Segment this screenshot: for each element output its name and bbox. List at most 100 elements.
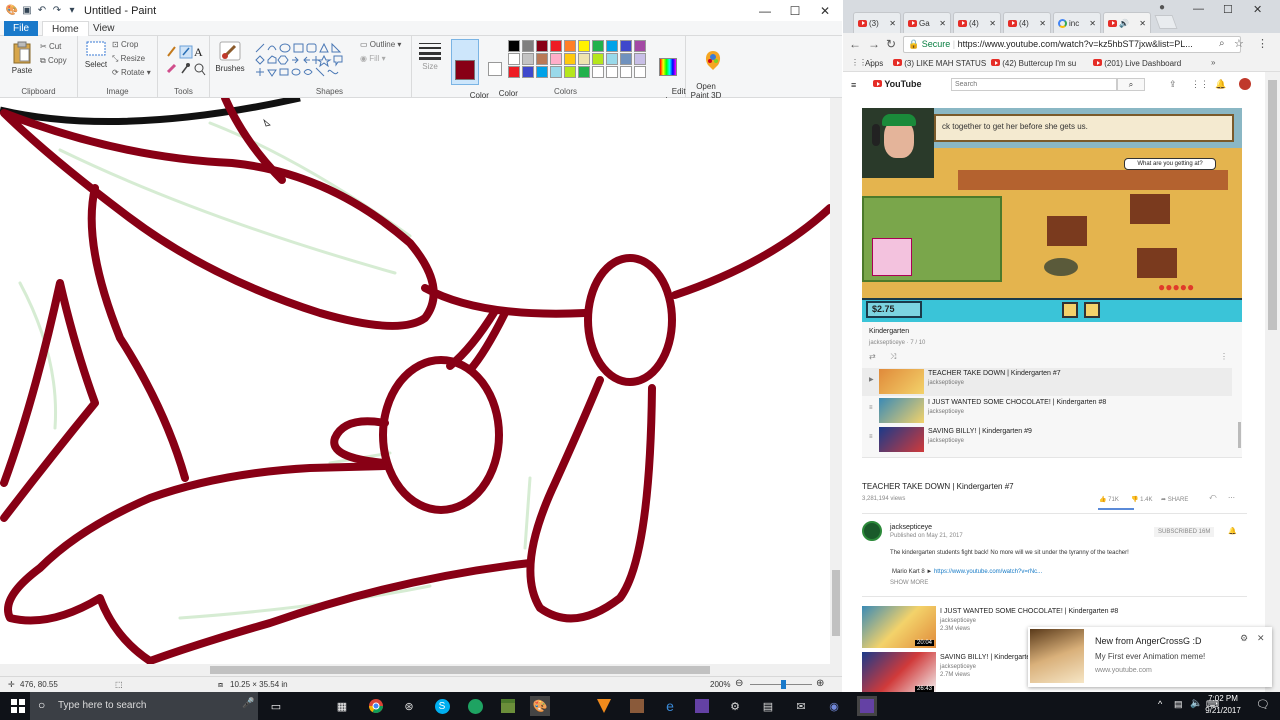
action-center-icon[interactable]: 🗨 <box>1256 698 1270 711</box>
palette-swatch[interactable] <box>592 53 604 65</box>
chrome-minimize-button[interactable]: — <box>1193 3 1204 15</box>
app-icon[interactable] <box>465 696 485 716</box>
drag-handle-icon[interactable]: ≡ <box>869 405 873 411</box>
palette-swatch[interactable] <box>536 66 548 78</box>
tab-close-icon[interactable]: ✕ <box>1089 19 1096 28</box>
crop-button[interactable]: ⊡ Crop <box>112 40 138 49</box>
zoom-in-button[interactable]: ⊕ <box>816 678 824 689</box>
playlist-scroll-thumb[interactable] <box>1238 422 1241 448</box>
select-button[interactable]: Select <box>82 40 110 69</box>
audio-icon[interactable]: 🔊 <box>1119 19 1129 28</box>
bookmark-item[interactable]: (201) Live Dashboard <box>1093 59 1181 68</box>
gear-icon[interactable]: ⚙ <box>1240 633 1248 644</box>
steam-icon[interactable]: ⚙ <box>725 696 745 716</box>
channel-avatar[interactable] <box>862 521 882 541</box>
youtube-search-button[interactable]: ⌕ <box>1117 78 1145 91</box>
drag-handle-icon[interactable]: ≡ <box>869 434 873 440</box>
minimize-button[interactable]: — <box>750 0 780 21</box>
palette-swatch[interactable] <box>634 40 646 52</box>
palette-swatch[interactable] <box>634 66 646 78</box>
back-icon[interactable]: ← <box>849 37 861 51</box>
tab-close-icon[interactable]: ✕ <box>989 19 996 28</box>
account-avatar[interactable] <box>1239 78 1251 90</box>
palette-swatch[interactable] <box>536 40 548 52</box>
cut-button[interactable]: ✂ Cut <box>40 42 61 51</box>
browser-tab-active[interactable]: 🔊 ✕ <box>1103 12 1151 33</box>
palette-swatch[interactable] <box>620 40 632 52</box>
app-icon[interactable]: ▤ <box>758 696 778 716</box>
edge-icon[interactable]: e <box>660 696 680 716</box>
taskbar-search-box[interactable]: ○ Type here to search 🎤 <box>30 692 258 720</box>
bookmark-item[interactable]: (42) Buttercup I'm su <box>991 59 1076 68</box>
hamburger-menu-icon[interactable]: ≡ <box>851 80 856 90</box>
canvas-vertical-scrollbar[interactable] <box>830 98 842 664</box>
undo-icon[interactable]: ↶ <box>36 5 48 17</box>
palette-swatch[interactable] <box>564 66 576 78</box>
profile-icon[interactable]: ● <box>1159 2 1165 13</box>
like-button[interactable]: 👍 71K <box>1099 496 1119 503</box>
page-scroll-thumb[interactable] <box>1268 80 1277 330</box>
playlist-item[interactable]: ▶ TEACHER TAKE DOWN | Kindergarten #7 ja… <box>862 368 1232 396</box>
vlc-icon[interactable] <box>594 696 614 716</box>
more-actions-icon[interactable]: ⋯ <box>1228 494 1235 502</box>
palette-swatch[interactable] <box>606 66 618 78</box>
twitch-taskbar-icon[interactable] <box>857 696 877 716</box>
add-to-icon[interactable]: ⤺ <box>1209 494 1216 502</box>
new-tab-button[interactable] <box>1154 15 1178 29</box>
palette-swatch[interactable] <box>578 40 590 52</box>
tab-view[interactable]: View <box>84 21 124 36</box>
upload-icon[interactable]: ⇪ <box>1169 79 1177 90</box>
close-button[interactable]: ✕ <box>810 0 840 21</box>
palette-swatch[interactable] <box>522 53 534 65</box>
palette-swatch[interactable] <box>634 53 646 65</box>
shapes-gallery[interactable] <box>254 42 352 82</box>
clock-time[interactable]: 7:02 PM <box>1198 694 1248 703</box>
brushes-button[interactable]: Brushes <box>214 40 246 73</box>
palette-swatch[interactable] <box>592 66 604 78</box>
address-bar[interactable]: 🔒 Secure | https://www.youtube.com/watch… <box>903 36 1241 53</box>
clock-date[interactable]: 9/21/2017 <box>1198 706 1248 715</box>
palette-swatch[interactable] <box>508 53 520 65</box>
palette-swatch[interactable] <box>550 53 562 65</box>
bookmark-item[interactable]: (3) LIKE MAH STATUS <box>893 59 986 68</box>
browser-tab[interactable]: inc ✕ <box>1053 12 1101 33</box>
playlist-title[interactable]: Kindergarten <box>869 328 909 335</box>
resize-button[interactable]: ⤡ Resize <box>112 54 145 64</box>
palette-swatch[interactable] <box>522 66 534 78</box>
shuffle-icon[interactable]: ⤨ <box>890 352 896 362</box>
browser-tab[interactable]: Ga ✕ <box>903 12 951 33</box>
maximize-button[interactable]: ☐ <box>780 0 810 21</box>
copy-button[interactable]: ⧉ Copy <box>40 56 67 66</box>
close-icon[interactable]: ✕ <box>1257 633 1265 644</box>
save-icon[interactable]: ▣ <box>21 5 33 17</box>
tab-close-icon[interactable]: ✕ <box>939 19 946 28</box>
palette-swatch[interactable] <box>592 40 604 52</box>
tab-home[interactable]: Home <box>42 21 89 36</box>
notifications-icon[interactable]: 🔔 <box>1215 79 1226 90</box>
outline-dropdown[interactable]: ▭ Outline ▾ <box>360 40 401 49</box>
tab-close-icon[interactable]: ✕ <box>889 19 896 28</box>
skype-icon[interactable]: S <box>432 696 452 716</box>
notification-bell-icon[interactable]: 🔔 <box>1228 527 1237 535</box>
size-button[interactable]: Size <box>417 42 443 71</box>
tools-icons[interactable]: A <box>164 44 208 78</box>
fill-dropdown[interactable]: ◉ Fill ▾ <box>360 54 386 63</box>
rotate-button[interactable]: ⟳ Rotate ▾ <box>112 68 151 77</box>
redo-icon[interactable]: ↷ <box>51 5 63 17</box>
bookmark-star-icon[interactable]: ☆ <box>1234 37 1244 50</box>
palette-swatch[interactable] <box>522 40 534 52</box>
palette-swatch[interactable] <box>578 53 590 65</box>
palette-swatch[interactable] <box>606 53 618 65</box>
show-more-button[interactable]: SHOW MORE <box>890 580 928 586</box>
bookmarks-overflow-icon[interactable]: » <box>1211 58 1215 67</box>
canvas-horizontal-scrollbar[interactable] <box>0 664 842 676</box>
customize-toolbar-icon[interactable]: ▾ <box>66 5 78 17</box>
palette-swatch[interactable] <box>620 66 632 78</box>
playlist-item[interactable]: ≡ SAVING BILLY! | Kindergarten #9 jackse… <box>862 426 1232 454</box>
playlist-item[interactable]: ≡ I JUST WANTED SOME CHOCOLATE! | Kinder… <box>862 397 1232 425</box>
drawing-canvas[interactable] <box>0 98 842 676</box>
chrome-taskbar-icon[interactable] <box>366 696 386 716</box>
zoom-slider-thumb[interactable] <box>781 680 786 689</box>
app-icon[interactable]: ⊛ <box>399 696 419 716</box>
share-button[interactable]: ➦ SHARE <box>1161 496 1188 503</box>
